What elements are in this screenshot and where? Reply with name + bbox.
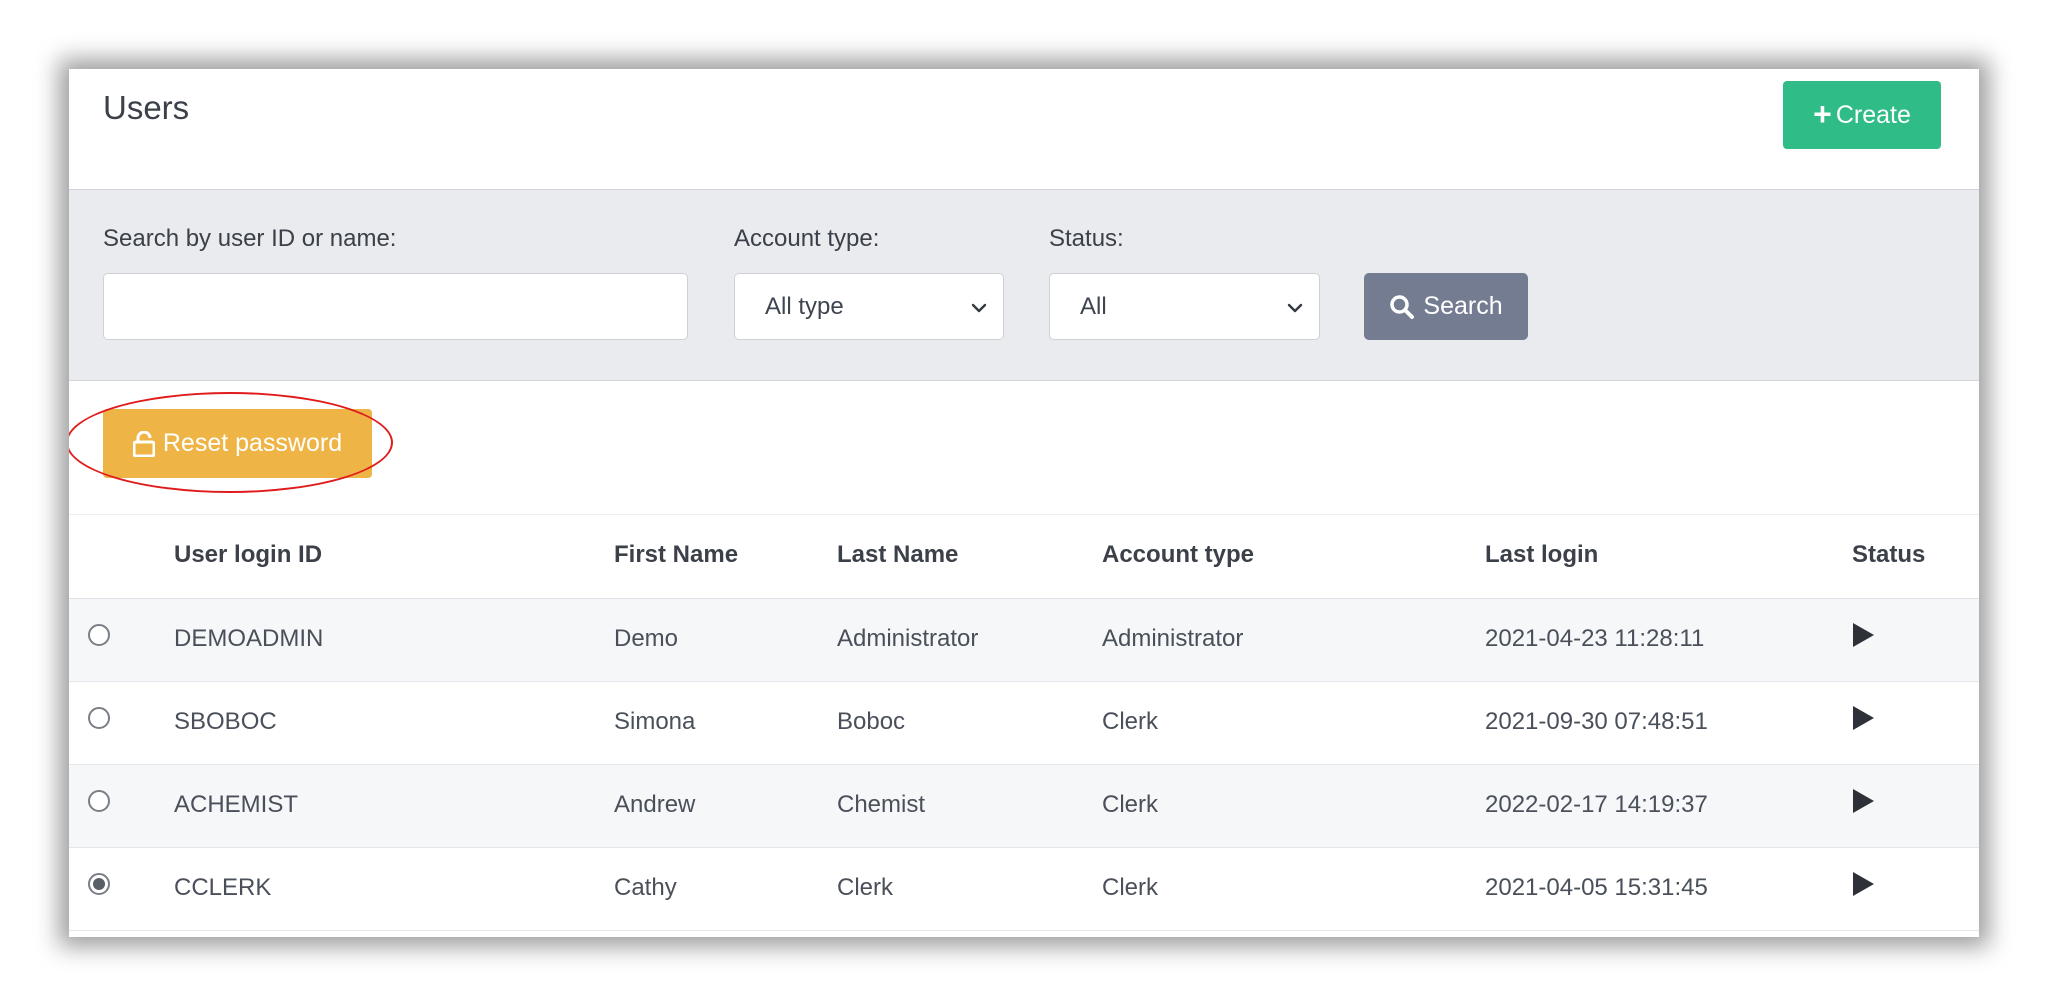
play-icon[interactable] [1853, 706, 1874, 730]
column-header-last-login: Last login [1485, 541, 1599, 568]
cell-last-name: Clerk [837, 874, 894, 901]
create-button-label: Create [1835, 100, 1911, 129]
row-select-radio[interactable] [88, 790, 110, 812]
account-type-select[interactable]: All type [734, 273, 1004, 340]
table-row[interactable]: DEMOADMIN Demo Administrator Administrat… [69, 599, 1979, 682]
account-type-label: Account type: [734, 225, 880, 252]
cell-first-name: Demo [614, 625, 679, 652]
status-label: Status: [1049, 225, 1124, 252]
column-header-account-type: Account type [1102, 541, 1255, 568]
column-header-status: Status [1852, 541, 1926, 568]
table-row[interactable]: CCLERK Cathy Clerk Clerk 2021-04-05 15:3… [69, 848, 1979, 931]
chevron-down-icon [1287, 303, 1303, 313]
cell-last-name: Administrator [837, 625, 979, 652]
users-panel: Users + Create Search by user ID or name… [69, 69, 1979, 937]
reset-password-label: Reset password [162, 429, 343, 457]
cell-last-login: 2021-04-23 11:28:11 [1485, 625, 1705, 652]
cell-last-login: 2021-04-05 15:31:45 [1485, 874, 1708, 901]
page-title: Users [103, 89, 190, 126]
cell-last-name: Boboc [837, 708, 906, 735]
row-select-radio[interactable] [88, 707, 110, 729]
cell-account-type: Clerk [1102, 791, 1159, 818]
column-header-last-name: Last Name [837, 541, 959, 568]
column-header-first-name: First Name [614, 541, 739, 568]
filter-bar: Search by user ID or name: Account type:… [69, 189, 1979, 381]
cell-last-name: Chemist [837, 791, 926, 818]
column-header-user-login-id: User login ID [174, 541, 323, 568]
table-row[interactable]: ACHEMIST Andrew Chemist Clerk 2022-02-17… [69, 765, 1979, 848]
cell-last-login: 2021-09-30 07:48:51 [1485, 708, 1708, 735]
cell-user-login-id: CCLERK [174, 874, 272, 901]
cell-user-login-id: DEMOADMIN [174, 625, 324, 652]
row-select-radio[interactable] [88, 873, 110, 895]
status-value: All [1080, 292, 1107, 320]
account-type-value: All type [765, 292, 844, 320]
play-icon[interactable] [1853, 872, 1874, 896]
table-row[interactable]: SBOBOC Simona Boboc Clerk 2021-09-30 07:… [69, 682, 1979, 765]
row-select-radio[interactable] [88, 624, 110, 646]
status-select[interactable]: All [1049, 273, 1320, 340]
play-icon[interactable] [1853, 623, 1874, 647]
table-header: User login ID First Name Last Name Accou… [69, 514, 1979, 599]
create-button[interactable]: + Create [1783, 81, 1941, 149]
search-button[interactable]: Search [1364, 273, 1528, 340]
cell-last-login: 2022-02-17 14:19:37 [1485, 791, 1708, 818]
cell-user-login-id: ACHEMIST [174, 791, 299, 818]
cell-account-type: Clerk [1102, 874, 1159, 901]
cell-account-type: Clerk [1102, 708, 1159, 735]
cell-first-name: Andrew [614, 791, 696, 818]
search-button-label: Search [1423, 292, 1503, 320]
cell-first-name: Simona [614, 708, 696, 735]
search-icon [1390, 294, 1415, 319]
search-label: Search by user ID or name: [103, 225, 397, 252]
cell-account-type: Administrator [1102, 625, 1244, 652]
reset-password-button[interactable]: Reset password [103, 409, 372, 478]
page-header: Users + Create [69, 69, 1979, 189]
chevron-down-icon [971, 303, 987, 313]
cell-first-name: Cathy [614, 874, 677, 901]
unlock-icon [132, 430, 155, 457]
play-icon[interactable] [1853, 789, 1874, 813]
cell-user-login-id: SBOBOC [174, 708, 277, 735]
search-input[interactable] [103, 273, 688, 340]
plus-icon: + [1813, 95, 1832, 132]
